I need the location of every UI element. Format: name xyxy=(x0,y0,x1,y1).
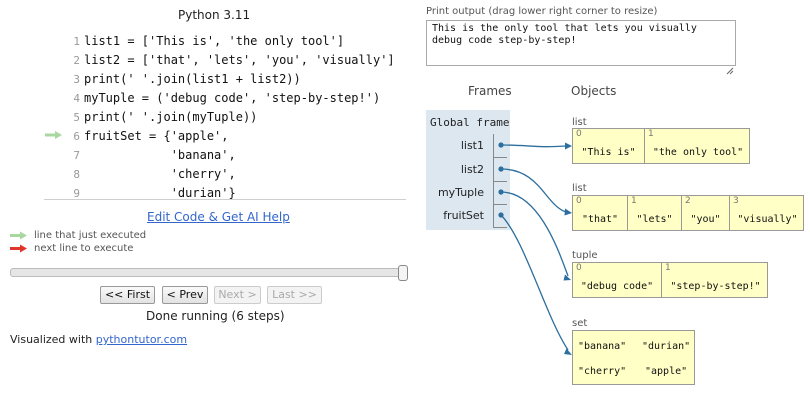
pointer-list2 xyxy=(500,168,567,213)
pointer-dot xyxy=(498,142,504,148)
pointer-dot xyxy=(498,166,504,172)
pointer-dot xyxy=(498,212,504,218)
pointer-list1 xyxy=(500,144,567,148)
arrowhead-icon xyxy=(564,208,572,216)
arrowhead-icon xyxy=(565,142,572,150)
pointer-dot xyxy=(498,189,504,195)
pointer-mytuple xyxy=(500,191,569,277)
pointer-arrows xyxy=(498,142,572,355)
pointer-fruitset xyxy=(500,214,569,351)
